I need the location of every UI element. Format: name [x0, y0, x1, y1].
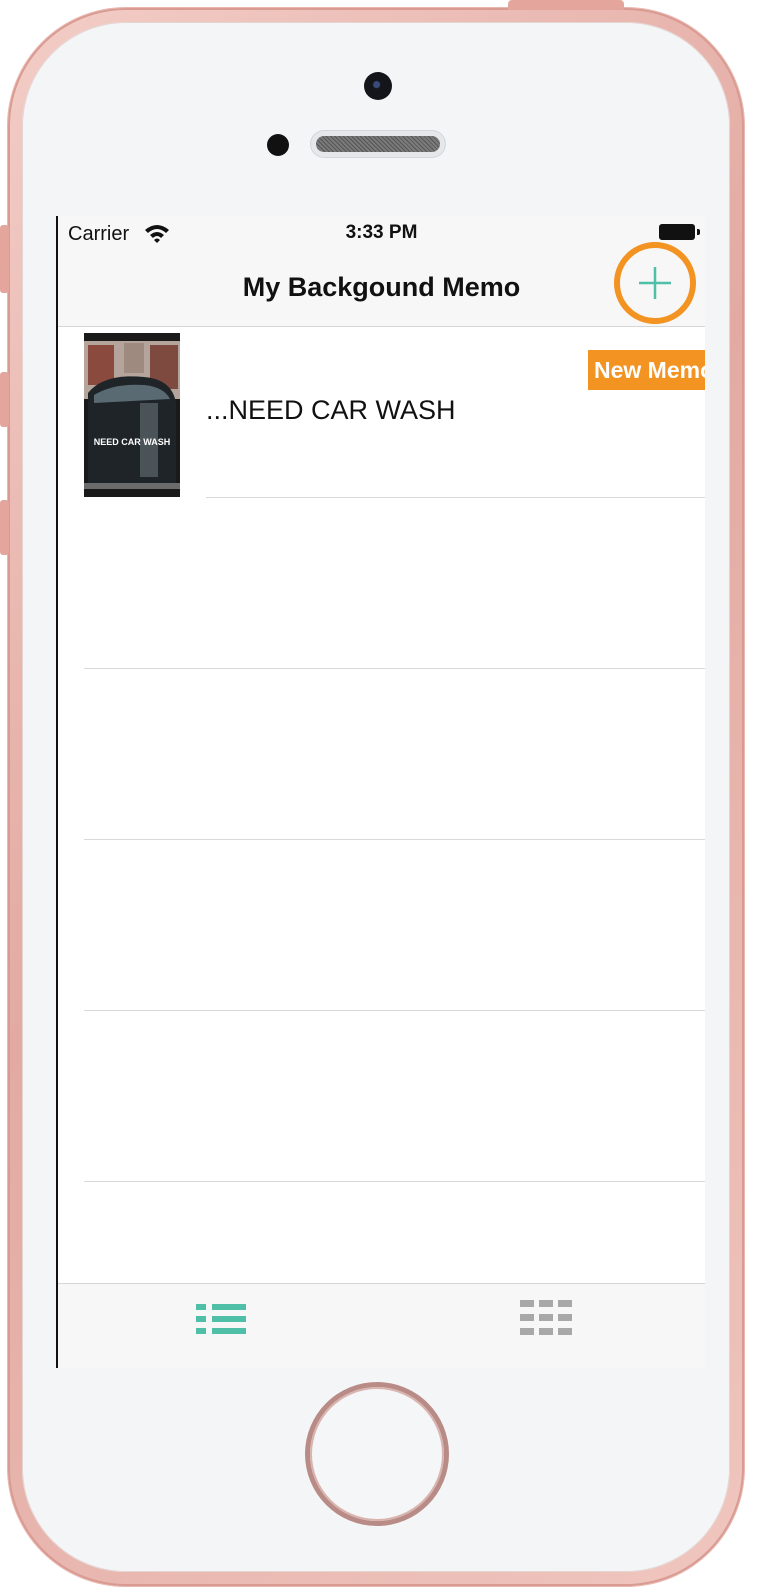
status-bar: Carrier 3:33 PM	[58, 216, 705, 252]
thumbnail-caption: NEED CAR WASH	[94, 437, 171, 447]
power-button	[508, 0, 624, 10]
status-time: 3:33 PM	[345, 222, 418, 243]
memo-title: ...NEED CAR WASH	[206, 395, 456, 425]
volume-down-button	[0, 500, 9, 555]
proximity-sensor	[267, 134, 289, 156]
app-screen: Carrier 3:33 PM My Backgound Memo NEED C…	[56, 216, 705, 1368]
empty-row	[58, 498, 705, 669]
empty-row	[58, 669, 705, 840]
grid-icon	[520, 1300, 572, 1335]
earpiece-speaker	[310, 130, 446, 158]
empty-row	[58, 840, 705, 1011]
memo-thumbnail: NEED CAR WASH	[84, 333, 180, 497]
front-camera	[364, 72, 392, 100]
battery-icon	[659, 224, 700, 240]
empty-row	[58, 1011, 705, 1182]
list-icon	[196, 1304, 246, 1334]
memo-list: NEED CAR WASH ...NEED CAR WASH	[58, 327, 705, 1182]
page-title: My Backgound Memo	[242, 272, 521, 302]
plus-icon	[639, 267, 671, 299]
volume-up-button	[0, 372, 9, 427]
row-separator	[84, 1181, 705, 1182]
tab-list[interactable]	[194, 1298, 250, 1342]
mute-switch	[0, 225, 9, 293]
navigation-bar: My Backgound Memo	[58, 252, 705, 327]
new-memo-tooltip: New Memo	[588, 350, 705, 390]
tab-bar	[58, 1283, 705, 1368]
add-memo-button[interactable]	[614, 242, 696, 324]
tab-grid[interactable]	[518, 1298, 574, 1342]
home-button[interactable]	[310, 1387, 444, 1521]
